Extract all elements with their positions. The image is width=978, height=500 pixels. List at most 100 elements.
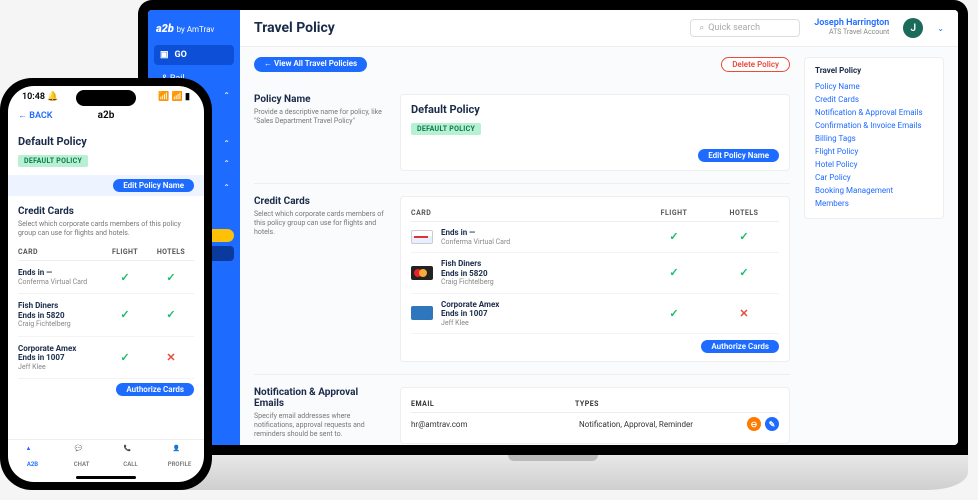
check-icon: ✓ [148,271,194,284]
section-desc: Provide a descriptive name for policy, l… [254,108,384,126]
phone-tabbar: ▲A2B 💬CHAT 📞CALL 👤PROFILE [8,439,204,476]
page-title: Travel Policy [254,20,335,36]
policy-name: Default Policy [411,103,480,116]
card-sub: Craig Fichtelberg [441,278,639,286]
card-name: Ends in — [18,268,102,278]
card-icon [411,266,433,280]
col-flight: FLIGHT [639,209,709,217]
tab-call[interactable]: 📞CALL [106,445,155,468]
card-name: Ends in — [441,228,639,238]
check-icon: ✓ [639,230,709,243]
x-icon: ✕ [709,307,779,320]
check-icon: ✓ [102,351,148,364]
phone-frame: 10:48 🔔 📶 📶 ▮ ← BACK a2b Default Policy … [0,78,212,490]
check-icon: ✓ [639,266,709,279]
card-sub: Craig Fichtelberg [18,320,102,328]
laptop-base [138,455,968,490]
section-credit-cards: Credit Cards Select which corporate card… [254,184,790,375]
home-indicator[interactable] [76,476,136,479]
chevron-up-icon: ⌃ [223,91,230,100]
check-icon: ✓ [148,308,194,321]
edit-policy-name-button[interactable]: Edit Policy Name [698,149,779,162]
toc-link[interactable]: Confirmation & Invoice Emails [815,119,933,132]
search-input[interactable]: ⌕Quick search [690,19,800,37]
compass-icon: ▲ [26,445,40,459]
card-row[interactable]: Corporate AmexEnds in 1007Jeff Klee ✓ ✕ [18,337,194,380]
toc-link[interactable]: Car Policy [815,171,933,184]
card-sub: Jeff Klee [441,319,639,327]
delete-email-button[interactable]: ⊖ [747,417,761,431]
tab-a2b[interactable]: ▲A2B [8,445,57,468]
section-desc: Select which corporate cards members of … [18,220,194,238]
card-name: Corporate Amex [18,344,102,354]
toc-link[interactable]: Members [815,197,933,210]
email-row: hr@amtrav.com Notification, Approval, Re… [411,413,779,435]
chevron-down-icon[interactable]: ⌄ [937,24,944,33]
card-sub: Conferma Virtual Card [18,278,102,286]
email-types: Notification, Approval, Reminder [579,420,747,429]
col-types: TYPES [575,400,739,408]
logo: a2b by AmTrav [148,18,240,45]
user-subtitle: ATS Travel Account [814,29,889,37]
toc: Travel Policy Policy Name Credit Cards N… [804,57,944,219]
authorize-cards-button[interactable]: Authorize Cards [116,383,194,396]
toc-link[interactable]: Credit Cards [815,93,933,106]
avatar[interactable]: J [903,18,923,38]
section-desc: Specify email addresses where notificati… [254,412,384,439]
tab-profile[interactable]: 👤PROFILE [155,445,204,468]
signal-icon: 📶 📶 ▮ [158,92,190,102]
search-icon: ⌕ [699,23,704,33]
col-email: EMAIL [411,400,575,408]
toc-link[interactable]: Hotel Policy [815,158,933,171]
laptop-frame: a2b by AmTrav ▣ GO & Rail eports⌃ ckets … [138,0,968,490]
check-icon: ✓ [709,230,779,243]
section-title: Credit Cards [18,206,194,217]
col-hotels: HOTELS [148,248,194,256]
check-icon: ✓ [102,271,148,284]
profile-icon: 👤 [173,445,187,459]
card-row[interactable]: Fish DinersEnds in 5820Craig Fichtelberg… [411,253,779,294]
card-name2: Ends in 5820 [18,311,102,321]
edit-policy-name-button[interactable]: Edit Policy Name [113,179,194,192]
tab-chat[interactable]: 💬CHAT [57,445,106,468]
card-row[interactable]: Fish DinersEnds in 5820Craig Fichtelberg… [18,294,194,337]
card-name2: Ends in 1007 [18,353,102,363]
toc-link[interactable]: Notification & Approval Emails [815,106,933,119]
col-flight: FLIGHT [102,248,148,256]
card-sub: Jeff Klee [18,363,102,371]
topbar: Travel Policy ⌕Quick search Joseph Harri… [240,10,958,47]
check-icon: ✓ [639,307,709,320]
toc-link[interactable]: Billing Tags [815,132,933,145]
phone-notch [76,90,136,106]
back-button[interactable]: ← BACK [18,110,53,121]
card-name: Corporate Amex [441,300,639,310]
card-row[interactable]: Corporate AmexEnds in 1007Jeff Klee ✓ ✕ [411,294,779,335]
card-icon [411,230,433,244]
col-card: CARD [411,209,639,217]
x-icon: ✕ [148,351,194,364]
chevron-up-icon: ⌃ [223,139,230,148]
card-row[interactable]: Ends in —Conferma Virtual Card ✓ ✓ [411,222,779,253]
toc-link[interactable]: Booking Management [815,184,933,197]
card-name2: Ends in 5820 [441,269,639,279]
toc-link[interactable]: Policy Name [815,80,933,93]
view-all-policies-button[interactable]: ← View All Travel Policies [254,57,367,72]
col-hotels: HOTELS [709,209,779,217]
phone-icon: 📞 [124,445,138,459]
section-title: Notification & Approval Emails [254,387,384,409]
default-policy-badge: DEFAULT POLICY [411,123,481,135]
edit-email-button[interactable]: ✎ [765,417,779,431]
phone-title: a2b [98,110,115,121]
card-row[interactable]: Ends in —Conferma Virtual Card ✓ ✓ [18,261,194,294]
chevron-up-icon: ⌃ [223,159,230,168]
nav-go[interactable]: ▣ GO [154,45,234,65]
default-policy-badge: DEFAULT POLICY [18,155,88,167]
chevron-up-icon: ⌃ [223,183,230,192]
delete-policy-button[interactable]: Delete Policy [721,57,790,72]
check-icon: ✓ [102,308,148,321]
user-menu[interactable]: Joseph Harrington ATS Travel Account [814,19,889,37]
card-name: Fish Diners [441,259,639,269]
section-notification-emails: Notification & Approval Emails Specify e… [254,375,790,445]
toc-link[interactable]: Flight Policy [815,145,933,158]
authorize-cards-button[interactable]: Authorize Cards [701,340,779,353]
